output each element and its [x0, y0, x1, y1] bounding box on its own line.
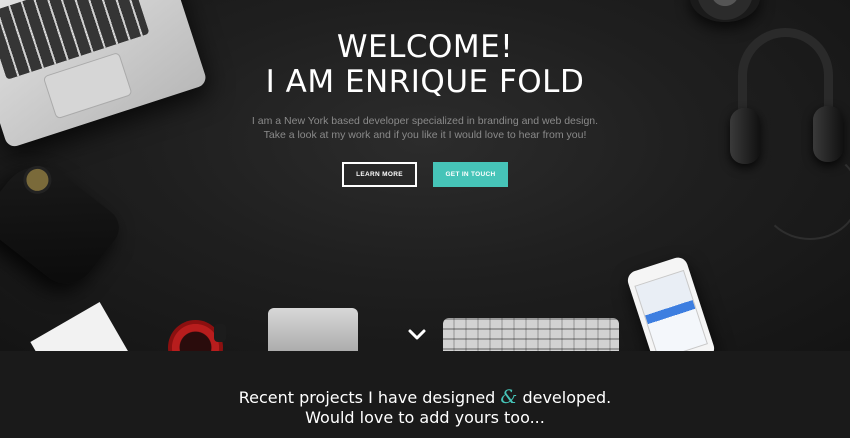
tagline: I am a New York based developer speciali…: [0, 114, 850, 142]
recent-heading-start: Recent projects I have designed: [238, 388, 496, 407]
learn-more-button[interactable]: LEARN MORE: [342, 162, 417, 187]
smartphone-image: [625, 254, 717, 351]
keyboard-image: [443, 318, 619, 351]
hero-buttons: LEARN MORE GET IN TOUCH: [0, 162, 850, 187]
hard-drive-image: [268, 308, 358, 351]
pen-cup-image: [690, 0, 760, 22]
hero-content: WELCOME! I AM ENRIQUE FOLD I am a New Yo…: [0, 32, 850, 187]
tagline-line-1: I am a New York based developer speciali…: [251, 115, 599, 127]
recent-heading-end: developed.: [522, 388, 612, 407]
get-in-touch-button[interactable]: GET IN TOUCH: [433, 162, 508, 187]
recent-projects-subheading: Would love to add yours too...: [305, 408, 545, 427]
paper-image: [30, 302, 130, 351]
chevron-down-icon[interactable]: [406, 326, 428, 344]
ampersand-glyph: &: [500, 386, 518, 408]
recent-projects-section: Recent projects I have designed & develo…: [0, 351, 850, 438]
tagline-line-2: Take a look at my work and if you like i…: [263, 129, 587, 141]
welcome-heading: WELCOME!: [336, 29, 514, 65]
coffee-mug-image: [168, 320, 226, 351]
recent-projects-heading: Recent projects I have designed & develo…: [0, 387, 850, 408]
name-heading: I AM ENRIQUE FOLD: [265, 64, 585, 100]
hero-section: WELCOME! I AM ENRIQUE FOLD I am a New Yo…: [0, 0, 850, 351]
